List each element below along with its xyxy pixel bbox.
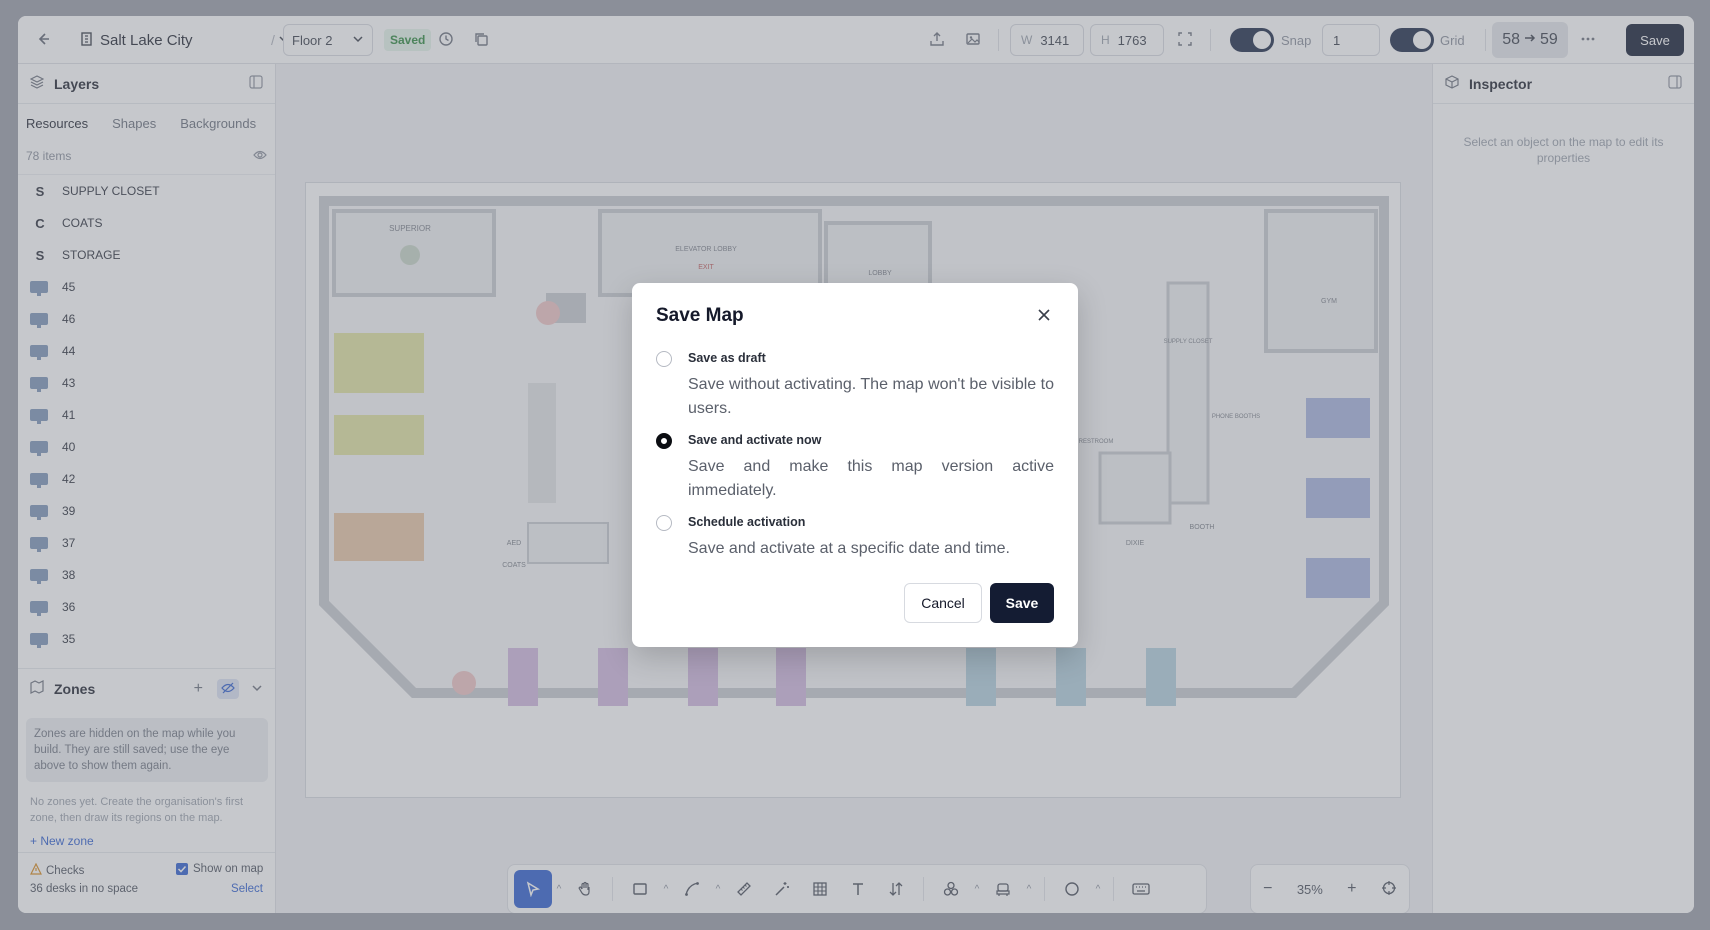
option-description: Save without activating. The map won't b… <box>688 376 1054 417</box>
save-map-dialog: Save Map Save as draft Save without acti… <box>632 283 1078 647</box>
option-description: Save and activate at a specific date and… <box>688 540 1010 557</box>
option-label: Save and activate now <box>688 433 822 447</box>
radio-schedule-activation[interactable] <box>656 515 672 531</box>
option-description: Save and make this map version active im… <box>688 458 1054 499</box>
option-label: Save as draft <box>688 351 766 365</box>
option-schedule-activation[interactable]: Schedule activation Save and activate at… <box>656 513 1056 563</box>
cancel-button[interactable]: Cancel <box>904 583 982 623</box>
radio-save-draft[interactable] <box>656 351 672 367</box>
option-save-draft[interactable]: Save as draft Save without activating. T… <box>656 349 1056 423</box>
option-save-activate[interactable]: Save and activate now Save and make this… <box>656 431 1056 505</box>
radio-save-activate[interactable] <box>656 433 672 449</box>
option-label: Schedule activation <box>688 515 806 529</box>
close-icon[interactable] <box>1032 303 1056 327</box>
confirm-save-button[interactable]: Save <box>990 583 1054 623</box>
dialog-title: Save Map <box>656 305 744 326</box>
